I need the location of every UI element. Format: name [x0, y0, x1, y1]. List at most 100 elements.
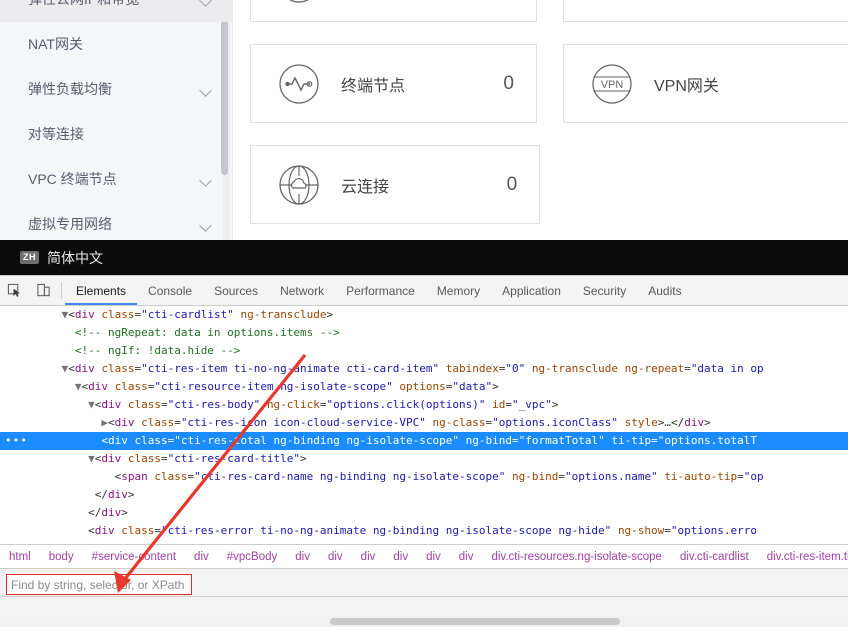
dom-token: div	[88, 380, 108, 393]
dom-node-selected[interactable]: ••• <div class = "cti-res-total ng-binding…	[0, 432, 848, 450]
tab-network[interactable]: Network	[269, 276, 335, 305]
chevron-down-icon	[199, 173, 212, 187]
resource-card-cloud-connect[interactable]: 云连接 0	[250, 145, 541, 224]
dom-token	[611, 524, 618, 537]
tab-elements[interactable]: Elements	[65, 276, 137, 305]
breadcrumb-item[interactable]: div.cti-res-item.ti-no-ng-a	[758, 551, 848, 563]
dom-token	[525, 362, 532, 375]
breadcrumb-item[interactable]: html	[0, 551, 40, 563]
dom-token	[459, 434, 466, 447]
dom-token: div	[101, 452, 122, 465]
dom-node[interactable]: ▼<div class="cti-cardlist" ng-transclude…	[0, 306, 848, 324]
breadcrumb-item[interactable]: #vpcBody	[218, 551, 287, 563]
tab-performance[interactable]: Performance	[335, 276, 426, 305]
breadcrumb-item[interactable]: div	[417, 551, 450, 563]
dom-node[interactable]: <span class="cti-res-card-name ng-bindin…	[0, 468, 848, 486]
dom-token: <	[107, 416, 115, 429]
breadcrumb-item[interactable]: div	[286, 551, 319, 563]
dom-node[interactable]: <div class="cti-res-error ti-no-ng-anima…	[0, 522, 848, 540]
inspect-element-icon[interactable]	[0, 276, 29, 305]
dom-token: "op	[743, 470, 764, 483]
dom-token	[121, 398, 128, 411]
dom-token: <	[68, 308, 75, 321]
resource-card-endpoint-node[interactable]: 终端节点 0	[250, 44, 537, 123]
dom-token: div	[107, 434, 128, 447]
sidebar-item-elastic-load-balance[interactable]: 弹性负载均衡	[0, 67, 232, 112]
dom-token: </	[94, 488, 108, 501]
dom-token	[505, 470, 512, 483]
tab-sources[interactable]: Sources	[203, 276, 269, 305]
dom-token: >…</	[657, 416, 685, 429]
resource-card-vpn-gateway[interactable]: VPN VPN网关	[563, 44, 848, 123]
breadcrumb-item[interactable]: div.cti-cardlist	[671, 551, 758, 563]
breadcrumb-item[interactable]: body	[40, 551, 83, 563]
tab-application[interactable]: Application	[491, 276, 572, 305]
breadcrumb-item[interactable]: div.cti-resources.ng-isolate-scope	[482, 551, 670, 563]
device-toolbar-icon[interactable]	[29, 276, 58, 305]
breadcrumb-item[interactable]: div	[185, 551, 218, 563]
dom-token: "cti-res-item ti-no-ng-animate cti-card-…	[141, 362, 440, 375]
breadcrumb-item[interactable]: div	[319, 551, 352, 563]
dom-token: <	[68, 362, 75, 375]
sidebar-item-label: 弹性负载均衡	[28, 81, 112, 97]
dom-token: div	[101, 398, 122, 411]
dom-node[interactable]: </div>	[0, 486, 848, 504]
dom-token: "cti-res-body"	[167, 398, 261, 411]
dom-node[interactable]: ▶<div class="cti-res-icon icon-cloud-ser…	[0, 414, 848, 432]
sidebar-item-label: NAT网关	[28, 36, 83, 52]
breadcrumb-item[interactable]: #service-content	[83, 551, 185, 563]
dom-node[interactable]: ▼<div class="cti-res-item ti-no-ng-anima…	[0, 360, 848, 378]
expand-arrow-down-icon[interactable]: ▼	[88, 452, 95, 465]
shared-bandwidth-icon	[271, 0, 327, 11]
card-row: 云连接 0	[250, 145, 848, 224]
tab-console[interactable]: Console	[137, 276, 203, 305]
dom-token: tabindex	[445, 362, 499, 375]
tab-audits[interactable]: Audits	[637, 276, 692, 305]
dom-node[interactable]: <!-- ngRepeat: data in options.items -->	[0, 324, 848, 342]
dom-tree[interactable]: ▼<div class="cti-cardlist" ng-transclude…	[0, 306, 848, 544]
resource-card-name: VPN网关	[654, 77, 719, 95]
dom-node[interactable]: <!-- ngIf: !data.hide -->	[0, 342, 848, 360]
sidebar-item-virtual-private-network[interactable]: 虚拟专用网络	[0, 202, 232, 240]
dom-token: div	[74, 362, 95, 375]
dom-token: ng-transclude	[531, 362, 618, 375]
resource-card-shared-bandwidth[interactable]: 共享带宽 0	[250, 0, 537, 22]
dom-token: class	[121, 524, 155, 537]
sidebar-item-label: 弹性公网IP和带宽	[28, 0, 139, 7]
breadcrumb-item[interactable]: div	[352, 551, 385, 563]
expand-arrow-right-icon[interactable]: ▶	[101, 416, 108, 429]
dom-node[interactable]: ▼<div class="cti-res-card-title">	[0, 450, 848, 468]
horizontal-scrollbar-thumb[interactable]	[330, 618, 620, 625]
dom-token: ng-repeat	[624, 362, 685, 375]
search-input[interactable]	[6, 574, 192, 595]
sidebar-item-eip-bandwidth[interactable]: 弹性公网IP和带宽	[0, 0, 232, 22]
sidebar-item-peering-connection[interactable]: 对等连接	[0, 112, 232, 157]
dom-token	[439, 362, 446, 375]
dom-token: "options.erro	[670, 524, 758, 537]
chevron-down-icon	[199, 218, 212, 232]
breadcrumb-item[interactable]: div	[450, 551, 483, 563]
horizontal-scrollbar-track[interactable]	[0, 616, 848, 627]
dom-token: "cti-res-total ng-binding ng-isolate-sco…	[174, 434, 459, 447]
resource-card-nat-gateway[interactable]: NAT网关	[563, 0, 848, 22]
sidebar-item-vpc-endpoint[interactable]: VPC 终端节点	[0, 157, 232, 202]
svg-text:VPN: VPN	[601, 79, 624, 91]
sidebar-item-nat-gateway[interactable]: NAT网关	[0, 22, 232, 67]
breadcrumb-item[interactable]: div	[384, 551, 417, 563]
dom-node[interactable]: ▼<div class="cti-resource-item ng-isolat…	[0, 378, 848, 396]
tab-memory[interactable]: Memory	[426, 276, 491, 305]
language-bar[interactable]: ZH 简体中文	[0, 240, 848, 275]
dom-token: ng-show	[617, 524, 665, 537]
dom-token	[108, 380, 115, 393]
dom-token: =	[174, 416, 181, 429]
dom-node[interactable]: </div>	[0, 504, 848, 522]
dom-token: </	[88, 506, 102, 519]
dom-node[interactable]: ▼<div class="cti-res-body" ng-click="opt…	[0, 396, 848, 414]
dom-token: =	[505, 398, 512, 411]
expand-arrow-down-icon[interactable]: ▼	[88, 398, 95, 411]
tab-security[interactable]: Security	[572, 276, 637, 305]
